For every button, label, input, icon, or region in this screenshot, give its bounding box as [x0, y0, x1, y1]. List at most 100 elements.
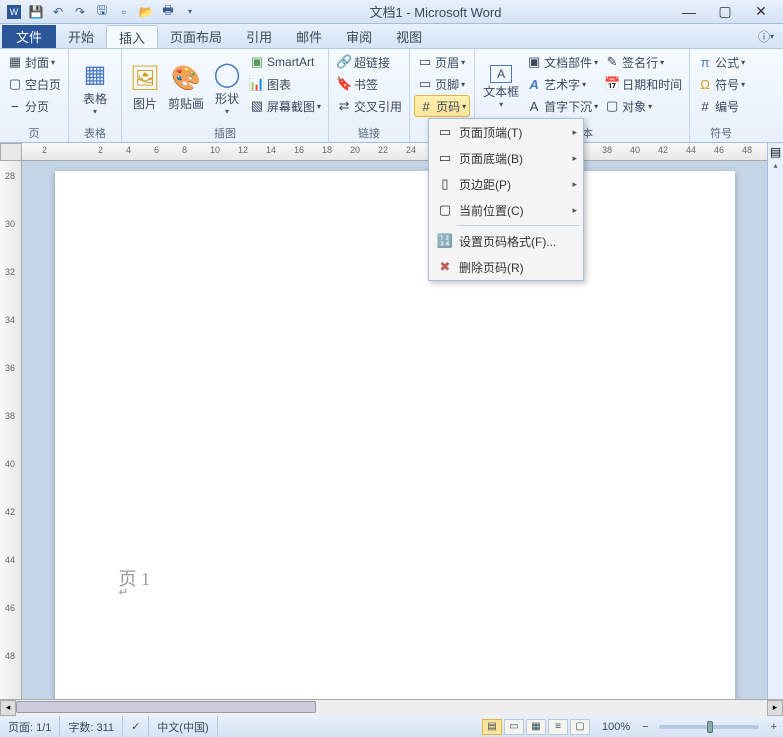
- status-words[interactable]: 字数: 311: [60, 716, 123, 737]
- tab-layout[interactable]: 页面布局: [158, 25, 234, 48]
- cover-page-button[interactable]: ▦封面▾: [4, 51, 64, 73]
- textbox-button[interactable]: A文本框▾: [479, 51, 523, 123]
- smartart-button[interactable]: ▣SmartArt: [246, 51, 324, 73]
- chart-button[interactable]: 📊图表: [246, 73, 324, 95]
- dd-page-margins[interactable]: ▯页边距(P)▸: [429, 171, 583, 197]
- group-links-label: 链接: [333, 127, 405, 142]
- group-illustrations-label: 插图: [126, 127, 324, 142]
- ruler-row: 2246810121416182022242628303234363840424…: [0, 143, 783, 161]
- minimize-button[interactable]: —: [677, 3, 701, 21]
- maximize-button[interactable]: ▢: [713, 3, 737, 21]
- scroll-right-icon[interactable]: ▸: [767, 700, 783, 716]
- group-links: 🔗超链接 🔖书签 ⇄交叉引用 链接: [329, 49, 410, 142]
- tab-home[interactable]: 开始: [56, 25, 106, 48]
- zoom-out-icon[interactable]: −: [638, 721, 652, 733]
- quickparts-button[interactable]: ▣文档部件▾: [523, 51, 601, 73]
- symbol-button[interactable]: Ω符号▾: [694, 73, 748, 95]
- ruler-toggle[interactable]: ▤: [767, 143, 783, 161]
- picture-button[interactable]: 🖼图片: [126, 51, 164, 123]
- new-icon[interactable]: ▫: [114, 3, 134, 21]
- page-number-dropdown: ▭页面顶端(T)▸ ▭页面底端(B)▸ ▯页边距(P)▸ ▢当前位置(C)▸ 🔢…: [428, 118, 584, 281]
- tab-references[interactable]: 引用: [234, 25, 284, 48]
- page-break-button[interactable]: ⎯分页: [4, 95, 64, 117]
- scroll-track[interactable]: [16, 700, 767, 716]
- outline-icon[interactable]: ≡: [548, 719, 568, 735]
- page[interactable]: 页 1 ↵: [55, 171, 735, 699]
- zoom-slider[interactable]: [659, 725, 759, 729]
- status-zoom[interactable]: 100%: [594, 716, 638, 737]
- qat-dropdown-icon[interactable]: ▾: [180, 3, 200, 21]
- redo-icon[interactable]: ↷: [70, 3, 90, 21]
- paragraph-mark-icon: ↵: [119, 585, 129, 599]
- print-layout-icon[interactable]: ▤: [482, 719, 502, 735]
- hyperlink-button[interactable]: 🔗超链接: [333, 51, 405, 73]
- dd-remove-page-numbers[interactable]: ✖删除页码(R): [429, 254, 583, 280]
- tab-file[interactable]: 文件: [2, 25, 56, 48]
- document-area[interactable]: 页 1 ↵: [22, 161, 767, 699]
- tab-view[interactable]: 视图: [384, 25, 434, 48]
- datetime-button[interactable]: 📅日期和时间: [601, 73, 685, 95]
- wordart-button[interactable]: A艺术字▾: [523, 73, 601, 95]
- screenshot-button[interactable]: ▧屏幕截图▾: [246, 95, 324, 117]
- group-pages-label: 页: [4, 127, 64, 142]
- view-buttons: ▤ ▭ ▦ ≡ ▢: [478, 719, 594, 735]
- window-title: 文档1 - Microsoft Word: [204, 2, 667, 21]
- blank-page-button[interactable]: ▢空白页: [4, 73, 64, 95]
- close-button[interactable]: ✕: [749, 3, 773, 21]
- status-proofing-icon[interactable]: ✓: [123, 716, 149, 737]
- print-icon[interactable]: 🖶: [158, 3, 178, 21]
- status-page[interactable]: 页面: 1/1: [0, 716, 60, 737]
- status-language[interactable]: 中文(中国): [149, 716, 217, 737]
- object-button[interactable]: ▢对象▾: [601, 95, 685, 117]
- bookmark-button[interactable]: 🔖书签: [333, 73, 405, 95]
- group-tables-label: 表格: [73, 127, 117, 142]
- dd-top-of-page[interactable]: ▭页面顶端(T)▸: [429, 119, 583, 145]
- dd-current-position[interactable]: ▢当前位置(C)▸: [429, 197, 583, 223]
- ribbon: ▦封面▾ ▢空白页 ⎯分页 页 ▦表格▾ 表格 🖼图片 🎨剪贴画 ◯形状▾ ▣S…: [0, 49, 783, 143]
- window-controls: — ▢ ✕: [667, 3, 783, 21]
- scroll-thumb[interactable]: [16, 701, 316, 713]
- table-button[interactable]: ▦表格▾: [73, 51, 117, 123]
- title-bar: W 💾 ↶ ↷ 🖫 ▫ 📂 🖶 ▾ 文档1 - Microsoft Word —…: [0, 0, 783, 24]
- page-number-button[interactable]: #页码▾: [414, 95, 470, 117]
- vertical-ruler[interactable]: 2830323436384042444648: [0, 161, 22, 699]
- group-symbols: π公式▾ Ω符号▾ #编号 符号: [690, 49, 752, 142]
- group-tables: ▦表格▾ 表格: [69, 49, 122, 142]
- help-icon[interactable]: ⓘ▾: [757, 27, 775, 45]
- number-button[interactable]: #编号: [694, 95, 748, 117]
- horizontal-ruler[interactable]: 2246810121416182022242628303234363840424…: [22, 143, 767, 161]
- sigline-button[interactable]: ✎签名行▾: [601, 51, 685, 73]
- ribbon-tabs: 文件 开始 插入 页面布局 引用 邮件 审阅 视图 ⓘ▾: [0, 24, 783, 49]
- quick-access-toolbar: W 💾 ↶ ↷ 🖫 ▫ 📂 🖶 ▾: [0, 3, 204, 21]
- dropcap-button[interactable]: A首字下沉▾: [523, 95, 601, 117]
- scroll-left-icon[interactable]: ◂: [0, 700, 16, 716]
- draft-icon[interactable]: ▢: [570, 719, 590, 735]
- zoom-thumb[interactable]: [707, 721, 713, 733]
- fullscreen-reading-icon[interactable]: ▭: [504, 719, 524, 735]
- open-icon[interactable]: 📂: [136, 3, 156, 21]
- web-layout-icon[interactable]: ▦: [526, 719, 546, 735]
- tab-mailings[interactable]: 邮件: [284, 25, 334, 48]
- tab-insert[interactable]: 插入: [106, 25, 158, 48]
- word-icon: W: [4, 3, 24, 21]
- tab-review[interactable]: 审阅: [334, 25, 384, 48]
- equation-button[interactable]: π公式▾: [694, 51, 748, 73]
- shapes-button[interactable]: ◯形状▾: [208, 51, 246, 123]
- save-icon[interactable]: 💾: [26, 3, 46, 21]
- horizontal-scrollbar[interactable]: ◂ ▸: [0, 699, 783, 715]
- clipart-button[interactable]: 🎨剪贴画: [164, 51, 208, 123]
- dd-format-page-numbers[interactable]: 🔢设置页码格式(F)...: [429, 228, 583, 254]
- header-button[interactable]: ▭页眉▾: [414, 51, 470, 73]
- document-wrap: 2830323436384042444648 页 1 ↵ ▴: [0, 161, 783, 699]
- zoom-in-icon[interactable]: +: [765, 721, 783, 733]
- group-pages: ▦封面▾ ▢空白页 ⎯分页 页: [0, 49, 69, 142]
- status-bar: 页面: 1/1 字数: 311 ✓ 中文(中国) ▤ ▭ ▦ ≡ ▢ 100% …: [0, 715, 783, 737]
- vertical-scrollbar[interactable]: ▴: [767, 161, 783, 699]
- save2-icon[interactable]: 🖫: [92, 3, 112, 21]
- ruler-corner: [0, 143, 22, 161]
- undo-icon[interactable]: ↶: [48, 3, 68, 21]
- crossref-button[interactable]: ⇄交叉引用: [333, 95, 405, 117]
- dd-separator: [457, 225, 579, 226]
- footer-button[interactable]: ▭页脚▾: [414, 73, 470, 95]
- dd-bottom-of-page[interactable]: ▭页面底端(B)▸: [429, 145, 583, 171]
